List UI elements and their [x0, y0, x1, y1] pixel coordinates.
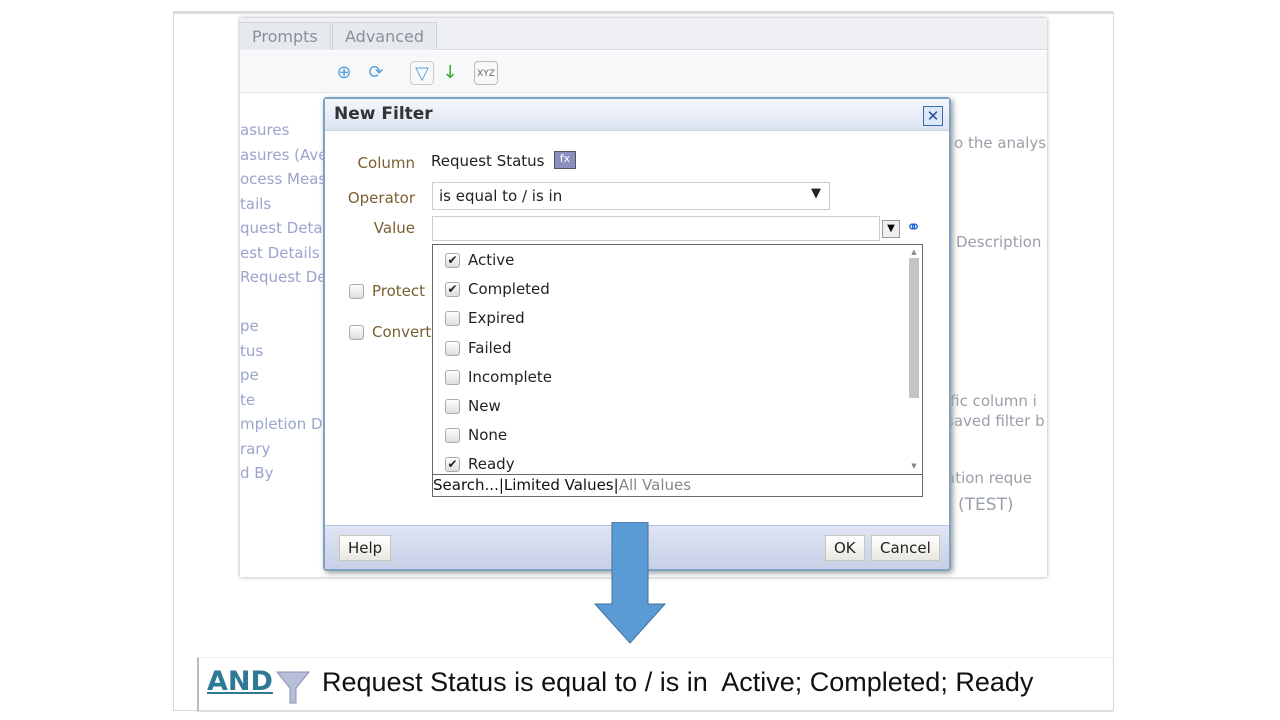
protect-label: Protect — [372, 282, 426, 300]
filter-icon — [275, 671, 311, 704]
tree-item[interactable]: te — [240, 388, 336, 413]
checkbox[interactable] — [445, 428, 460, 444]
option-label: New — [468, 397, 501, 415]
tree-item[interactable]: ocess Measu — [240, 167, 336, 192]
value-option[interactable]: New — [445, 397, 501, 415]
tree-item[interactable]: asures — [240, 118, 336, 143]
option-label: Incomplete — [468, 367, 552, 386]
filter-result: AND Request Status is equal to / is in A… — [197, 657, 1113, 712]
background-text: o the analysi — [954, 134, 1047, 152]
value-option[interactable]: ✔ Ready — [445, 455, 515, 473]
checkbox[interactable] — [349, 284, 364, 299]
and-link[interactable]: AND — [207, 666, 273, 697]
description-header: Description — [956, 233, 1042, 251]
checkbox[interactable]: ✔ — [445, 282, 460, 298]
binoculars-icon[interactable]: ⚭ — [906, 217, 921, 238]
down-arrow-icon — [594, 522, 666, 644]
operator-select[interactable]: is equal to / is in ▼ — [432, 182, 830, 210]
background-text: ation reque — [946, 469, 1033, 487]
convert-label: Convert — [372, 323, 432, 341]
add-icon[interactable]: ⊕ — [332, 61, 356, 85]
checkbox[interactable] — [445, 369, 460, 385]
checkbox[interactable] — [445, 399, 460, 414]
tab-prompts[interactable]: Prompts — [240, 22, 331, 50]
value-option[interactable]: Failed — [445, 339, 512, 357]
checkbox[interactable] — [445, 311, 460, 327]
dropdown-button[interactable]: ▼ — [882, 220, 900, 238]
value-option[interactable]: ✔ Active — [445, 251, 514, 269]
background-text: ific column i — [946, 392, 1037, 410]
value-option[interactable]: ✔ Completed — [445, 280, 550, 298]
option-label: Completed — [468, 280, 550, 299]
tree-item[interactable]: tus — [240, 339, 336, 364]
protect-checkbox[interactable]: Protect — [349, 282, 425, 300]
ok-button[interactable]: OK — [825, 535, 865, 561]
checkbox[interactable] — [349, 325, 364, 340]
tree-item[interactable]: est Details — [240, 241, 336, 266]
new-filter-dialog: New Filter ✕ Column Request Status fx Op… — [323, 97, 951, 571]
operator-label: Operator — [347, 189, 415, 207]
column-value: Request Status — [431, 152, 545, 170]
tree-item[interactable]: tails — [240, 192, 336, 217]
background-text: (TEST) — [958, 495, 1014, 515]
operator-value: is equal to / is in — [439, 187, 563, 205]
tab-bar: Prompts Advanced — [240, 18, 1047, 50]
tab-advanced[interactable]: Advanced — [332, 22, 438, 50]
help-button[interactable]: Help — [339, 535, 392, 561]
dialog-title: New Filter — [325, 99, 949, 131]
edit-formula-icon[interactable]: fx — [554, 151, 576, 169]
column-label: Column — [357, 154, 415, 172]
search-link[interactable]: Search... — [433, 476, 499, 494]
tree-item[interactable]: d By — [240, 461, 336, 486]
convert-checkbox[interactable]: Convert — [349, 323, 431, 341]
sort-icon[interactable]: ↓ — [438, 61, 462, 85]
list-footer: Search...|Limited Values|All Values — [433, 474, 922, 496]
filter-icon[interactable]: ▽ — [410, 61, 434, 85]
tree-item[interactable]: pe — [240, 363, 336, 388]
filter-summary: Request Status is equal to / is in Activ… — [322, 667, 1034, 697]
tree-item[interactable]: Request De — [240, 265, 336, 290]
toolbar: ⊕ ⟳ ▽ ↓ XYZ — [240, 51, 1047, 93]
tree-item[interactable]: asures (Ave — [240, 143, 336, 168]
checkbox[interactable] — [445, 340, 460, 356]
tree-item[interactable] — [240, 290, 336, 315]
scrollbar[interactable]: ▲ ▼ — [908, 248, 920, 470]
value-label: Value — [373, 219, 415, 237]
value-option[interactable]: Expired — [445, 309, 525, 327]
value-option[interactable]: Incomplete — [445, 368, 552, 386]
tree-item[interactable]: pe — [240, 314, 336, 339]
option-label: Active — [468, 251, 515, 269]
value-input[interactable] — [432, 216, 880, 241]
chevron-down-icon: ▼ — [811, 186, 821, 201]
option-label: None — [468, 426, 508, 445]
tree-item[interactable]: mpletion Da — [240, 412, 336, 437]
close-icon[interactable]: ✕ — [923, 106, 943, 126]
option-label: Ready — [468, 455, 515, 474]
limited-values-link[interactable]: Limited Values — [504, 476, 614, 494]
values-list: ✔ Active ✔ Completed Expired Failed Incomplete… — [432, 244, 923, 497]
checkbox[interactable]: ✔ — [445, 253, 460, 268]
background-text: saved filter b — [946, 412, 1045, 430]
cancel-button[interactable]: Cancel — [871, 535, 940, 561]
checkbox[interactable]: ✔ — [445, 457, 460, 473]
tree-item[interactable]: quest Detai — [240, 216, 336, 241]
refresh-icon[interactable]: ⟳ — [364, 61, 388, 85]
option-label: Failed — [468, 338, 512, 357]
value-option[interactable]: None — [445, 426, 507, 444]
xyz-icon[interactable]: XYZ — [474, 61, 498, 85]
all-values-link[interactable]: All Values — [619, 476, 691, 494]
option-label: Expired — [468, 309, 525, 328]
tree-item[interactable]: rary — [240, 437, 336, 462]
subject-area-tree: asures asures (Ave ocess Measu tails quest D… — [240, 118, 336, 486]
